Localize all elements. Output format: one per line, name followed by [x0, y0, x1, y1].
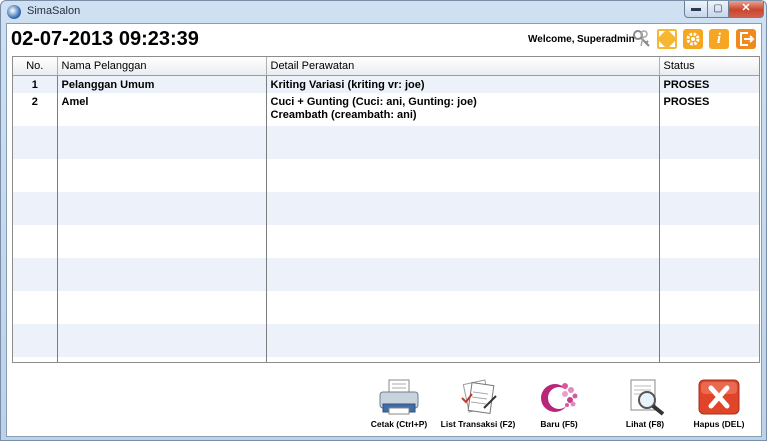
- row-status: PROSES: [659, 75, 759, 93]
- new-button[interactable]: Baru (F5): [521, 374, 597, 434]
- column-header-no[interactable]: No.: [13, 57, 58, 76]
- new-label: Baru (F5): [540, 419, 578, 429]
- gear-icon[interactable]: [683, 29, 703, 49]
- empty-row: [13, 291, 759, 324]
- list-transaction-button[interactable]: List Transaksi (F2): [440, 374, 516, 434]
- document-list-icon: [461, 379, 497, 414]
- column-header-nama[interactable]: Nama Pelanggan: [57, 57, 267, 76]
- username-label: Superadmin: [577, 34, 635, 45]
- empty-row: [13, 126, 759, 159]
- salon-new-icon: [541, 383, 578, 412]
- row-no: 1: [13, 75, 58, 93]
- empty-row: [13, 357, 759, 362]
- row-status: PROSES: [659, 93, 759, 126]
- delete-button[interactable]: Hapus (DEL): [681, 374, 757, 434]
- info-icon[interactable]: i: [709, 29, 729, 49]
- main-panel: 02-07-2013 09:23:39 Welcome, Superadmin …: [6, 23, 762, 437]
- keys-icon[interactable]: [632, 29, 652, 49]
- title-bar[interactable]: SimaSalon ▬ ▢ ✕: [1, 1, 766, 23]
- empty-row: [13, 159, 759, 192]
- maximize-button[interactable]: ▢: [707, 1, 729, 18]
- app-logo-icon: [7, 5, 21, 19]
- app-window: SimaSalon ▬ ▢ ✕ 02-07-2013 09:23:39 Welc…: [0, 0, 767, 441]
- transaction-table[interactable]: No. Nama Pelanggan Detail Perawatan Stat…: [12, 56, 760, 363]
- magnifier-document-icon: [630, 379, 665, 416]
- empty-row: [13, 192, 759, 225]
- empty-row: [13, 324, 759, 357]
- welcome-label: Welcome,: [528, 34, 575, 45]
- print-button[interactable]: Cetak (Ctrl+P): [361, 374, 437, 434]
- view-button[interactable]: Lihat (F8): [607, 374, 683, 434]
- row-detail: Cuci + Gunting (Cuci: ani, Gunting: joe)…: [266, 93, 660, 126]
- row-detail-line-2: Creambath (creambath: ani): [270, 109, 417, 121]
- delete-x-icon: [698, 379, 740, 415]
- column-header-status[interactable]: Status: [659, 57, 759, 76]
- minimize-button[interactable]: ▬: [684, 1, 708, 18]
- row-no: 2: [13, 93, 58, 126]
- view-label: Lihat (F8): [625, 419, 665, 429]
- empty-row: [13, 258, 759, 291]
- list-transaction-label: List Transaksi (F2): [440, 419, 516, 429]
- datetime-display: 02-07-2013 09:23:39: [11, 28, 199, 50]
- row-detail: Kriting Variasi (kriting vr: joe): [266, 75, 660, 93]
- table-row[interactable]: 2 Amel Cuci + Gunting (Cuci: ani, Guntin…: [13, 93, 759, 126]
- row-nama: Pelanggan Umum: [57, 75, 267, 93]
- empty-row: [13, 225, 759, 258]
- column-header-detail[interactable]: Detail Perawatan: [266, 57, 660, 76]
- table-row[interactable]: 1 Pelanggan Umum Kriting Variasi (kritin…: [13, 75, 759, 93]
- print-label: Cetak (Ctrl+P): [370, 419, 428, 429]
- printer-icon: [379, 379, 419, 415]
- close-button[interactable]: ✕: [728, 1, 764, 18]
- window-title: SimaSalon: [27, 5, 81, 17]
- delete-label: Hapus (DEL): [693, 419, 745, 429]
- logout-icon[interactable]: [736, 29, 756, 49]
- fullscreen-icon[interactable]: [657, 29, 677, 49]
- row-nama: Amel: [57, 93, 267, 126]
- row-detail-line-1: Cuci + Gunting (Cuci: ani, Gunting: joe): [270, 96, 477, 108]
